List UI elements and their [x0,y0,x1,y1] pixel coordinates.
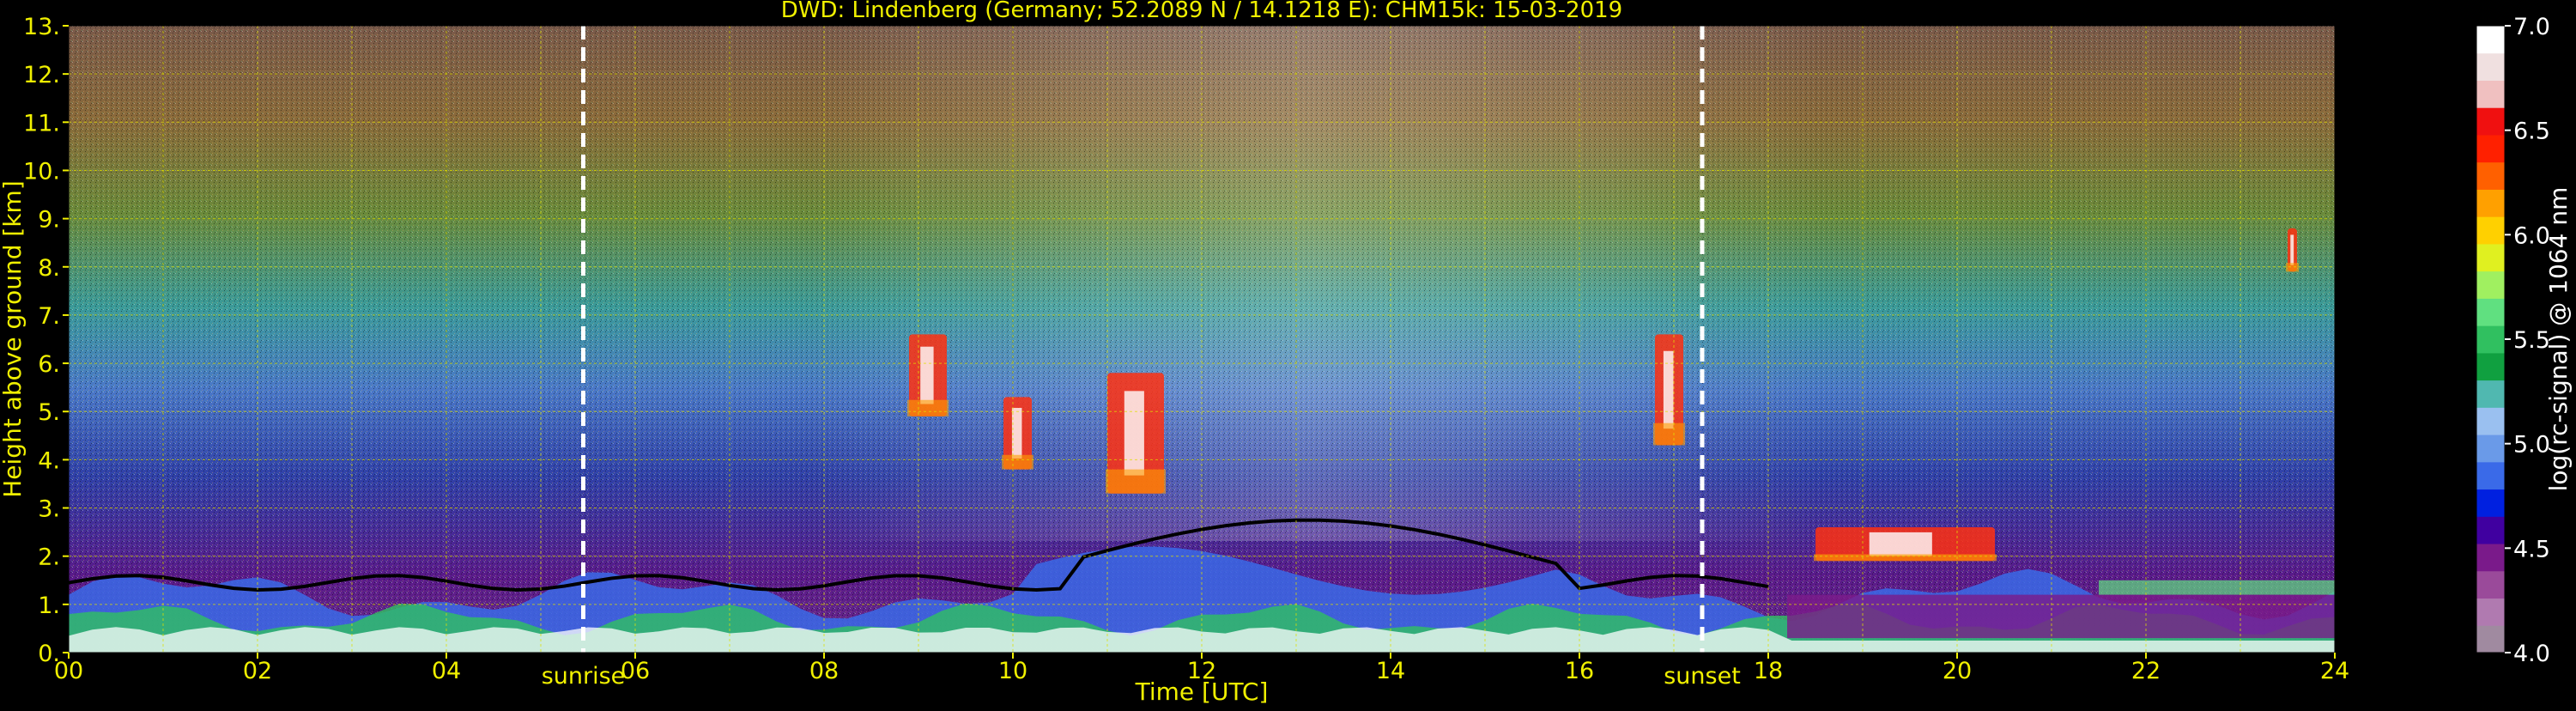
y-axis-label: Height above ground [km] [0,180,27,498]
y-tick-label: 5. [38,399,60,426]
residual-layer [1787,594,2335,639]
colorbar-swatch [2476,298,2505,326]
cloud-core [920,346,934,404]
colorbar-swatch [2476,544,2505,572]
cloud-edge [1653,422,1685,446]
y-tick-label: 7. [38,303,60,330]
y-tick-label: 2. [38,544,60,571]
x-tick-label: 04 [432,658,461,684]
plot-area: sunrise sunset [68,25,2336,690]
x-tick-label: 10 [998,658,1027,684]
x-axis-label: Time [UTC] [1135,678,1269,706]
colorbar-swatch [2476,380,2505,408]
x-tick-label: 24 [2320,658,2349,684]
x-tick-label: 14 [1376,658,1405,684]
colorbar-tick-label: 4.0 [2513,641,2550,667]
aerosol-layer-top [2099,580,2335,595]
colorbar-swatch [2476,80,2505,108]
x-tick-label: 08 [809,658,839,684]
x-tick-label: 06 [621,658,650,684]
y-tick-label: 13. [23,14,60,40]
colorbar-swatch [2476,52,2505,81]
colorbar-swatch [2476,598,2505,626]
cloud-core [1869,532,1932,556]
cloud-edge [1002,454,1033,470]
colorbar: 4.04.55.05.56.06.57.0 [2476,14,2550,667]
y-tick-label: 1. [38,592,60,619]
colorbar-swatch [2476,325,2505,354]
x-tick-label: 02 [243,658,272,684]
colorbar-swatch [2476,107,2505,136]
y-tick-label: 9. [38,207,60,234]
cloud-core [1124,391,1144,476]
colorbar-swatch [2476,407,2505,435]
cloud-core [1663,350,1674,429]
y-tick-label: 12. [23,62,60,88]
y-tick-label: 8. [38,255,60,282]
x-tick-label: 16 [1565,658,1594,684]
colorbar-swatch [2476,216,2505,245]
ceilometer-chart: sunrise sunset 00 02 04 06 08 10 12 14 16 18 20 22 24… [0,0,2573,706]
cloud-core [1011,408,1022,459]
y-tick-label: 6. [38,351,60,378]
colorbar-swatch [2476,516,2505,544]
colorbar-swatch [2476,434,2505,463]
y-tick-label: 3. [38,496,60,523]
sunrise-label: sunrise [542,663,626,690]
x-tick-label: 18 [1754,658,1783,684]
y-tick-label: 10. [23,158,60,185]
colorbar-swatch [2476,243,2505,272]
y-tick-label: 4. [38,447,60,474]
colorbar-swatch [2476,570,2505,599]
cloud-edge [1814,554,1997,562]
colorbar-tick-label: 6.5 [2513,118,2550,145]
cloud-edge [2286,263,2299,272]
colorbar-swatch [2476,134,2505,163]
colorbar-swatch [2476,161,2505,190]
cloud-edge [1106,469,1166,494]
x-tick-label: 20 [1943,658,1972,684]
colorbar-tick-label: 4.5 [2513,536,2550,562]
colorbar-label: log(rc-signal) @ 1064 nm [2544,187,2573,492]
sunset-label: sunset [1664,663,1741,690]
colorbar-tick-label: 7.0 [2513,14,2550,40]
colorbar-swatch [2476,352,2505,381]
y-axis: 0. 1. 2. 3. 4. 5. 6. 7. 8. 9. 10. 11. 12. 13. [23,14,69,667]
chart-title: DWD: Lindenberg (Germany; 52.2089 N / 14… [781,0,1622,23]
colorbar-swatch [2476,461,2505,490]
x-tick-label: 22 [2131,658,2161,684]
colorbar-swatch [2476,489,2505,517]
colorbar-swatch [2476,270,2505,299]
cloud-edge [907,399,949,416]
colorbar-swatch [2476,26,2505,54]
colorbar-swatch [2476,625,2505,653]
colorbar-swatch [2476,189,2505,217]
y-tick-label: 11. [23,110,60,137]
cloud-core [2290,234,2294,265]
lidar-figure: sunrise sunset 00 02 04 06 08 10 12 14 16 18 20 22 24… [0,0,2576,708]
y-tick-label: 0. [38,641,60,667]
